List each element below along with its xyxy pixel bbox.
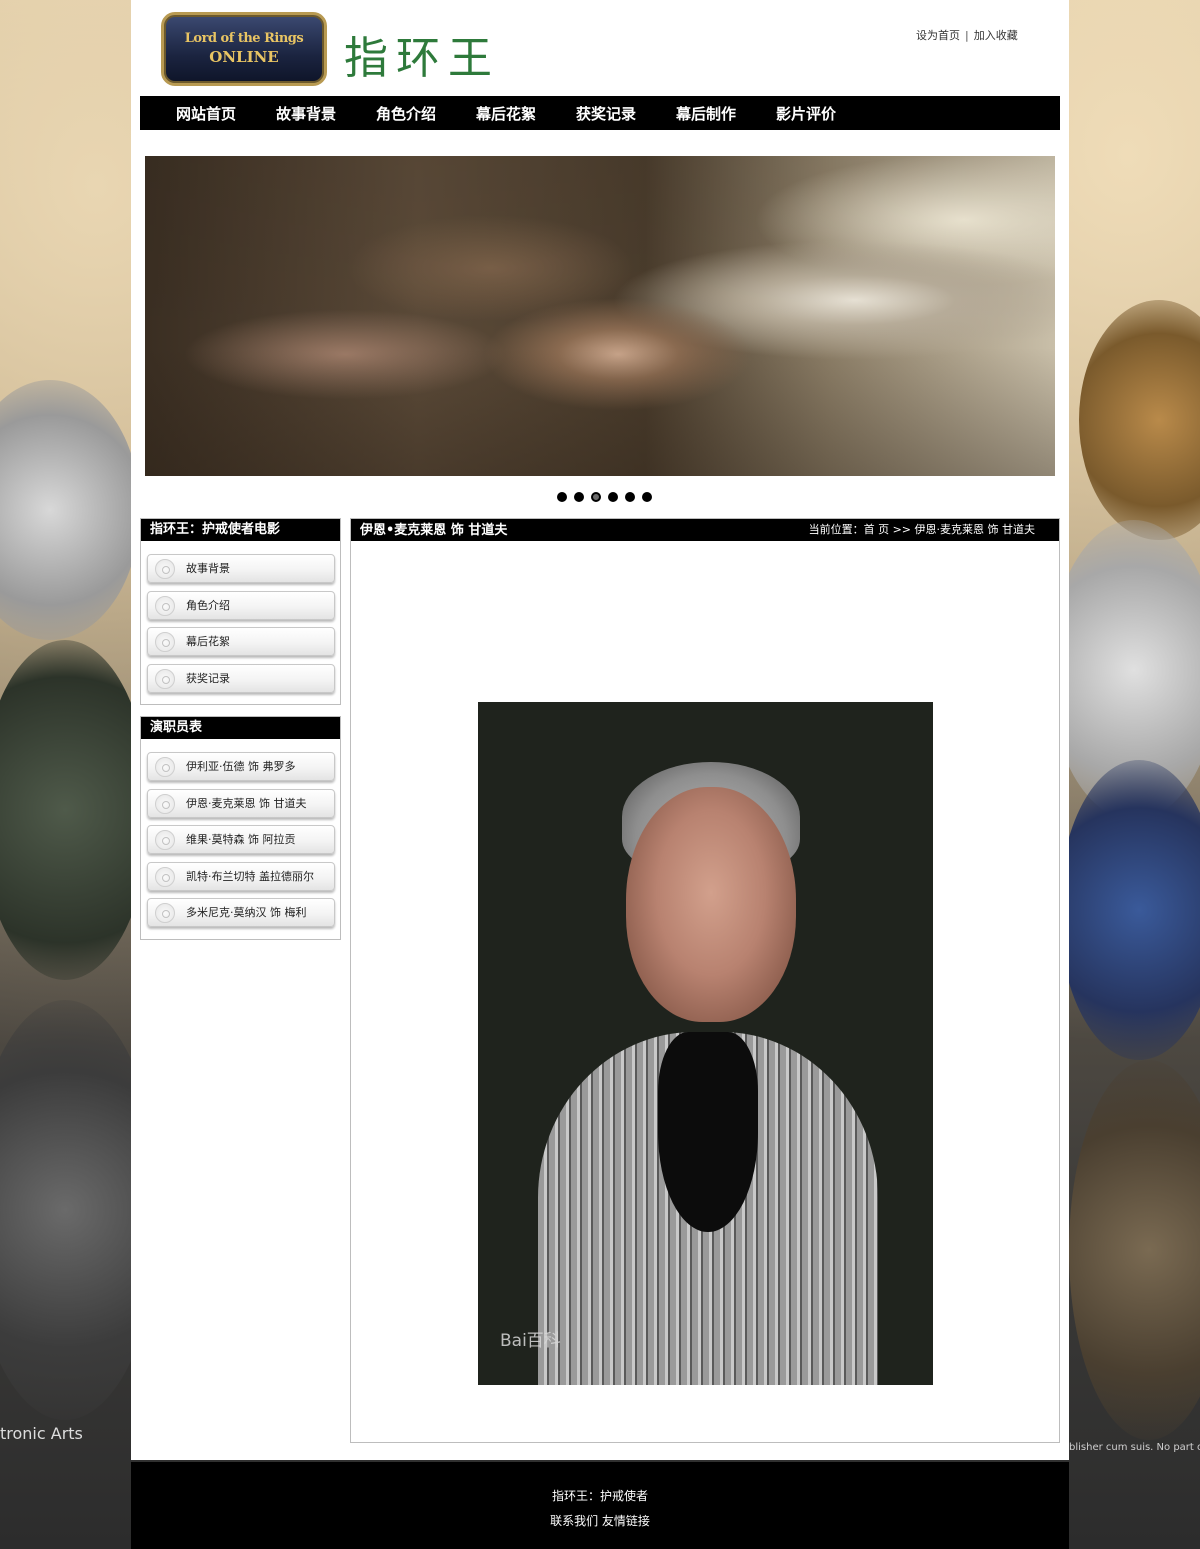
footer-links[interactable]: 联系我们 友情链接 [131, 1512, 1069, 1529]
sidebar-box-movie: 指环王：护戒使者电影 故事背景 角色介绍 幕后花絮 获奖记录 [140, 518, 341, 705]
sidebar-item-characters[interactable]: 角色介绍 [147, 590, 335, 620]
bullet-icon [155, 903, 175, 923]
sidebar-box-title: 指环王：护戒使者电影 [141, 519, 340, 541]
carousel-dots [557, 492, 652, 502]
logo-line1: Lord of the Rings [184, 31, 304, 47]
carousel-dot[interactable] [625, 492, 635, 502]
bullet-icon [155, 559, 175, 579]
nav-item-story[interactable]: 故事背景 [266, 103, 366, 124]
carousel-dot[interactable] [608, 492, 618, 502]
breadcrumb[interactable]: 当前位置：首 页 >> 伊恩·麦克莱恩 饰 甘道夫 [809, 519, 1035, 541]
nav-item-home[interactable]: 网站首页 [166, 103, 266, 124]
photo-scarf [658, 1032, 758, 1232]
bullet-icon [155, 866, 175, 887]
carousel-dot[interactable] [574, 492, 584, 502]
cast-item-label: 伊恩·麦克莱恩 饰 甘道夫 [186, 796, 307, 810]
set-home-link[interactable]: 设为首页 [916, 29, 960, 42]
site-title: 指环王 [344, 33, 500, 84]
main-nav: 网站首页 故事背景 角色介绍 幕后花絮 获奖记录 幕后制作 影片评价 [140, 96, 1060, 130]
bullet-icon [155, 595, 175, 616]
carousel-dot[interactable] [557, 492, 567, 502]
nav-item-characters[interactable]: 角色介绍 [366, 103, 466, 124]
bullet-icon [155, 632, 175, 652]
sidebar-item-label: 获奖记录 [186, 671, 230, 685]
sidebar-item-awards[interactable]: 获奖记录 [147, 663, 335, 693]
footer: 指环王：护戒使者 联系我们 友情链接 [131, 1462, 1069, 1549]
cast-item-galadriel[interactable]: 凯特·布兰切特 盖拉德丽尔 [147, 861, 335, 891]
left-art-caption: tronic Arts [0, 1424, 83, 1443]
sidebar-item-label: 故事背景 [186, 562, 230, 575]
cast-item-merry[interactable]: 多米尼克·莫纳汉 饰 梅利 [147, 898, 335, 927]
left-side-art: tronic Arts [0, 0, 131, 1460]
photo-face [626, 787, 796, 1022]
cast-item-label: 维果·莫特森 饰 阿拉贡 [186, 833, 296, 846]
cast-item-gandalf[interactable]: 伊恩·麦克莱恩 饰 甘道夫 [147, 788, 335, 818]
sidebar-item-behind-scenes[interactable]: 幕后花絮 [147, 627, 335, 656]
bullet-icon [155, 793, 175, 814]
sidebar: 指环王：护戒使者电影 故事背景 角色介绍 幕后花絮 获奖记录 演职员表 伊利亚·… [140, 518, 341, 951]
sidebar-box-title: 演职员表 [141, 717, 340, 739]
add-favorite-link[interactable]: 加入收藏 [974, 29, 1018, 42]
content-header: 伊恩•麦克莱恩 饰 甘道夫 当前位置：首 页 >> 伊恩·麦克莱恩 饰 甘道夫 [351, 519, 1059, 541]
top-links-separator: | [965, 29, 969, 42]
site-logo[interactable]: Lord of the Rings ONLINE [161, 12, 327, 86]
right-art-caption: blisher cum suis. No part of this [1069, 1442, 1200, 1453]
content-panel: 伊恩•麦克莱恩 饰 甘道夫 当前位置：首 页 >> 伊恩·麦克莱恩 饰 甘道夫 … [350, 518, 1060, 1443]
logo-line2: ONLINE [209, 48, 279, 67]
banner-image[interactable] [145, 156, 1055, 476]
sidebar-item-story[interactable]: 故事背景 [147, 554, 335, 583]
nav-item-awards[interactable]: 获奖记录 [566, 103, 666, 124]
content-title: 伊恩•麦克莱恩 饰 甘道夫 [360, 523, 508, 538]
carousel-dot-active[interactable] [591, 492, 601, 502]
photo-watermark: Bai百科 [500, 1331, 561, 1351]
banner-shade [145, 156, 1055, 476]
bullet-icon [155, 757, 175, 777]
bullet-icon [155, 830, 175, 850]
page-container: Lord of the Rings ONLINE 指环王 设为首页 | 加入收藏 网… [131, 0, 1069, 1460]
carousel-dot[interactable] [642, 492, 652, 502]
top-links: 设为首页 | 加入收藏 [916, 27, 1018, 43]
cast-item-label: 伊利亚·伍德 饰 弗罗多 [186, 760, 296, 773]
nav-item-reviews[interactable]: 影片评价 [766, 103, 866, 124]
actor-photo: Bai百科 [478, 702, 933, 1385]
bullet-icon [155, 668, 175, 689]
cast-item-label: 多米尼克·莫纳汉 饰 梅利 [186, 906, 307, 919]
cast-item-label: 凯特·布兰切特 盖拉德丽尔 [186, 869, 314, 883]
nav-item-production[interactable]: 幕后制作 [666, 103, 766, 124]
sidebar-item-label: 角色介绍 [186, 598, 230, 612]
sidebar-box-cast: 演职员表 伊利亚·伍德 饰 弗罗多 伊恩·麦克莱恩 饰 甘道夫 维果·莫特森 饰… [140, 716, 341, 940]
nav-item-behind-scenes[interactable]: 幕后花絮 [466, 103, 566, 124]
cast-item-frodo[interactable]: 伊利亚·伍德 饰 弗罗多 [147, 752, 335, 781]
right-side-art: blisher cum suis. No part of this [1069, 0, 1200, 1460]
cast-item-aragorn[interactable]: 维果·莫特森 饰 阿拉贡 [147, 825, 335, 854]
sidebar-item-label: 幕后花絮 [186, 635, 230, 648]
footer-title: 指环王：护戒使者 [551, 1489, 648, 1503]
